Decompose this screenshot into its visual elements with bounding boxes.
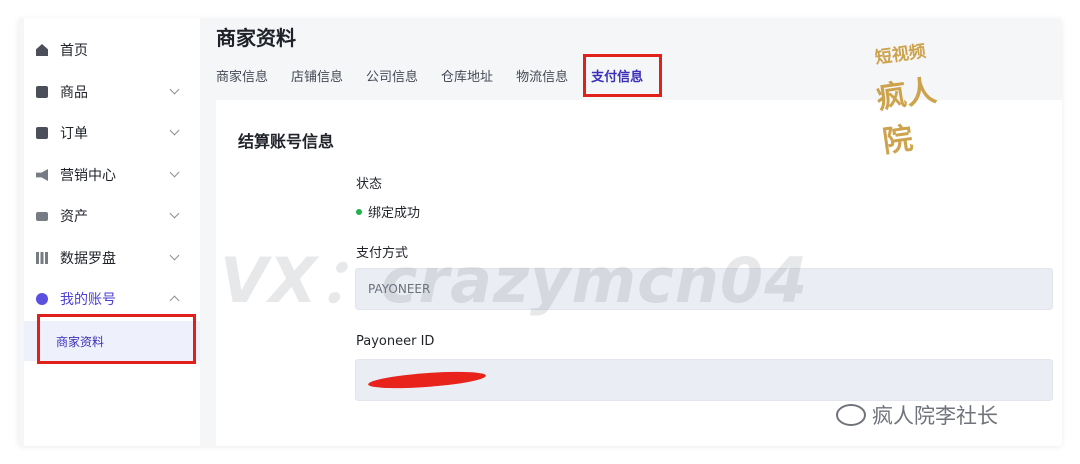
highlight-box-merchant-profile <box>37 314 196 364</box>
sidebar-item-orders[interactable]: 订单 <box>24 113 200 153</box>
tab-logistics-info[interactable]: 物流信息 <box>516 66 568 90</box>
sidebar-item-my-account[interactable]: 我的账号 <box>24 279 200 319</box>
watermark-logo: 短视频 疯人院 <box>873 41 939 161</box>
tab-company-info[interactable]: 公司信息 <box>366 66 418 90</box>
chevron-down-icon <box>169 125 180 136</box>
payoneer-id-field <box>355 359 1053 401</box>
chevron-down-icon <box>169 208 180 219</box>
document-icon <box>36 127 48 139</box>
megaphone-icon <box>36 169 48 181</box>
chart-bars-icon <box>36 252 48 264</box>
redaction-scribble <box>367 369 487 391</box>
sidebar-item-home[interactable]: 首页 <box>24 30 200 70</box>
tab-warehouse-address[interactable]: 仓库地址 <box>441 66 493 90</box>
chevron-up-icon <box>169 295 180 306</box>
sidebar-item-label: 我的账号 <box>60 292 116 308</box>
watermark-wechat-text: 疯人院李社长 <box>872 404 998 428</box>
sidebar-item-data-compass[interactable]: 数据罗盘 <box>24 238 200 278</box>
status-dot-icon <box>356 208 362 215</box>
home-icon <box>36 44 48 56</box>
chevron-down-icon <box>169 84 180 95</box>
sidebar-item-label: 订单 <box>60 126 88 142</box>
sidebar-item-products[interactable]: 商品 <box>24 72 200 112</box>
user-icon <box>36 293 48 305</box>
sidebar-item-label: 营销中心 <box>60 168 116 184</box>
status-label: 状态 <box>356 177 383 192</box>
card-title: 结算账号信息 <box>238 132 335 151</box>
status-badge: 绑定成功 <box>356 202 420 221</box>
box-icon <box>36 86 48 98</box>
status-value: 绑定成功 <box>368 206 421 221</box>
sidebar-item-assets[interactable]: 资产 <box>24 196 200 236</box>
page-title: 商家资料 <box>216 26 296 50</box>
wechat-icon <box>836 404 866 426</box>
chevron-down-icon <box>169 250 180 261</box>
watermark-vx: VX：crazymcn04 <box>220 244 809 317</box>
watermark-wechat: 疯人院李社长 <box>836 400 998 430</box>
chevron-down-icon <box>169 167 180 178</box>
sidebar-item-label: 首页 <box>60 43 88 59</box>
payoneer-id-label: Payoneer ID <box>356 334 435 349</box>
sidebar: 首页 商品 订单 营销中心 资产 数据罗盘 我的账号 商家资料 <box>24 18 200 446</box>
sidebar-item-label: 商品 <box>60 85 88 101</box>
sidebar-item-label: 资产 <box>60 209 88 225</box>
card-icon <box>36 211 48 221</box>
highlight-box-payment-tab <box>583 54 662 97</box>
tab-store-info[interactable]: 店铺信息 <box>291 66 343 90</box>
sidebar-item-marketing[interactable]: 营销中心 <box>24 155 200 195</box>
sidebar-item-label: 数据罗盘 <box>60 251 116 267</box>
tab-merchant-info[interactable]: 商家信息 <box>216 66 268 90</box>
